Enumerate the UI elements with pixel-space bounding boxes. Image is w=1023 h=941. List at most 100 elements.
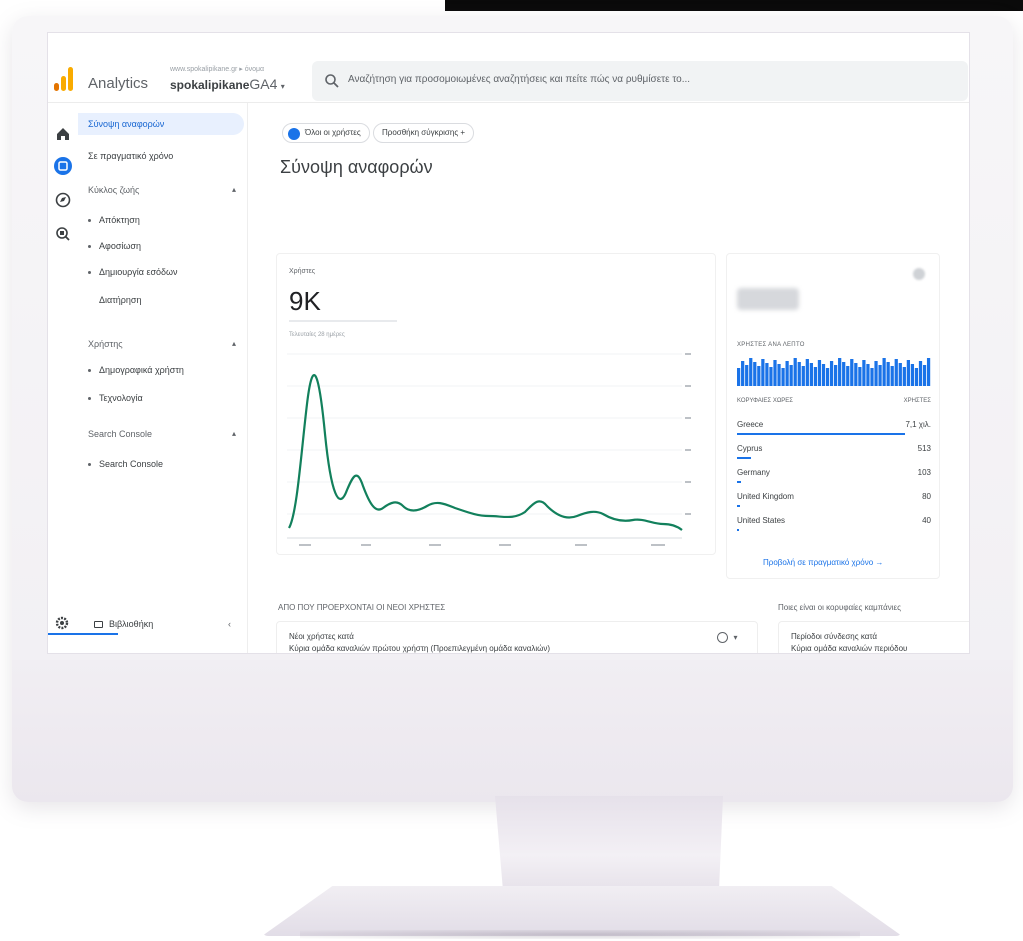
filter-circle-icon [717,632,728,644]
bullet-icon [88,245,91,249]
row-bar [737,457,751,459]
table-row[interactable]: United Kingdom 80 [737,490,931,512]
sidebar-section-search-console[interactable]: Search Console [88,429,152,439]
add-comparison-button[interactable]: Προσθήκη σύγκρισης + [373,123,475,143]
minute-bar [813,367,818,386]
sidebar-section-user[interactable]: Χρήστης [88,339,123,349]
minute-bar [850,359,854,386]
minute-bar [882,358,886,386]
view-realtime-link[interactable]: Προβολή σε πραγματικό χρόνο → [763,558,883,567]
reports-sidebar: Σύνοψη αναφορών Σε πραγματικό χρόνο Κύκλ… [78,103,248,653]
sidebar-item-acquisition[interactable]: Απόκτηση [88,215,140,225]
sidebar-item-demographics[interactable]: Δημογραφικά χρήστη [88,365,184,375]
advertising-icon[interactable] [54,225,72,243]
row-bar [737,529,739,531]
explore-icon[interactable] [54,191,72,209]
table-row[interactable]: Germany 103 [737,466,931,488]
bullet-icon [88,271,91,275]
minute-bar [765,363,769,386]
minute-bar [914,368,919,386]
property-name: spokalipikane [170,78,250,92]
active-indicator [48,633,118,635]
minute-bar [894,359,898,386]
monitor-chin [12,660,1013,802]
minute-bar [846,366,850,386]
collapse-sidebar-icon[interactable]: ‹ [228,619,231,629]
home-icon[interactable] [54,125,72,143]
minute-bar [825,368,830,386]
minute-bar [922,365,927,386]
table-row[interactable]: Cyprus 513 [737,442,931,464]
card-line-2: Κύρια ομάδα καναλιών περιόδου [791,644,908,653]
folder-icon [94,621,103,629]
minute-bar [741,361,745,386]
minute-bar [785,361,789,386]
realtime-card[interactable]: ΧΡΗΣΤΕΣ ΑΝΑ ΛΕΠΤΟ ΚΟΡΥΦΑΙΕΣ ΧΩΡΕΣ ΧΡΗΣΤΕ… [726,253,940,579]
minute-bar [886,362,890,386]
minute-bar [781,368,785,386]
search-icon [325,74,339,88]
table-row[interactable]: United States 40 [737,514,931,536]
top-black-bar [445,0,1023,11]
sidebar-item-monetization[interactable]: Δημιουργία εσόδων [88,267,178,277]
users-series-line [288,374,683,531]
minute-bar [866,364,870,386]
minute-bar [829,361,834,386]
minute-bar [817,360,822,386]
minute-bar [926,358,931,386]
chevron-up-icon[interactable]: ▴ [232,339,236,348]
bullet-icon [88,219,91,223]
analytics-screen: Analytics www.spokalipikane.gr ▸ όνομα s… [47,32,970,654]
property-selector[interactable]: spokalipikaneGA4 ▾ [170,76,285,92]
card-line-1: Νέοι χρήστες κατά [289,632,354,641]
minute-bar [753,362,757,386]
help-icon[interactable] [913,268,925,280]
minute-bar [769,367,773,386]
settings-gear-icon[interactable] [54,615,70,631]
sidebar-item-reports-snapshot[interactable]: Σύνοψη αναφορών [78,113,244,135]
stand-shadow [300,930,860,939]
minute-bar [910,364,915,386]
new-users-card[interactable]: Νέοι χρήστες κατά Κύρια ομάδα καναλιών π… [276,621,758,653]
minute-bar [834,365,838,386]
sidebar-item-engagement[interactable]: Αφοσίωση [88,241,141,251]
minute-bar [842,362,846,386]
minute-bar [902,367,906,386]
bullet-icon [88,463,91,467]
analytics-logo-icon [54,67,76,91]
col-users: ΧΡΗΣΤΕΣ [903,398,931,404]
page-title: Σύνοψη αναφορών [280,157,433,177]
bullet-icon [88,397,91,401]
compare-filter-button[interactable]: ▾ [717,632,751,650]
minute-bar [801,366,805,386]
sidebar-item-realtime[interactable]: Σε πραγματικό χρόνο [88,151,173,161]
realtime-value-blurred [737,288,799,310]
sidebar-item-tech[interactable]: Τεχνολογία [88,393,143,403]
minute-bar [805,359,809,386]
users-card[interactable]: Χρήστες 9K Τελευταίες 28 ημέρες [276,253,716,555]
sidebar-item-retention[interactable]: Διατήρηση [99,295,141,305]
card-line-2: Κύρια ομάδα καναλιών πρώτου χρήστη (Προε… [289,644,551,653]
sidebar-section-lifecycle[interactable]: Κύκλος ζωής [88,185,139,195]
sidebar-item-library[interactable]: Βιβλιοθήκη [94,619,153,629]
minute-bar [854,363,858,386]
sidebar-item-search-console[interactable]: Search Console [88,459,163,469]
table-row[interactable]: Greece 7,1 χιλ. [737,418,931,440]
comparison-chip-all-users[interactable]: Όλοι οι χρήστες [282,123,370,143]
top-bar: Analytics www.spokalipikane.gr ▸ όνομα s… [48,33,969,103]
chevron-down-icon: ▾ [280,82,285,91]
reports-icon[interactable] [54,157,72,175]
x-tick-marks [299,544,665,546]
minute-bar [789,365,793,386]
sessions-card[interactable]: Περίοδοι σύνδεσης κατά Κύρια ομάδα καναλ… [778,621,969,653]
chevron-up-icon[interactable]: ▴ [232,185,236,194]
y-tick-marks [685,353,691,515]
account-breadcrumb[interactable]: www.spokalipikane.gr ▸ όνομα [170,65,264,73]
nav-rail [48,103,78,653]
realtime-table-header: ΚΟΡΥΦΑΙΕΣ ΧΩΡΕΣ ΧΡΗΣΤΕΣ [737,398,931,404]
chevron-up-icon[interactable]: ▴ [232,429,236,438]
minute-bar [898,363,902,386]
main-content: Όλοι οι χρήστες Προσθήκη σύγκρισης + Σύν… [258,103,969,653]
search-bar[interactable]: Αναζήτηση για προσομοιωμένες αναζητήσεις… [312,61,968,101]
search-input[interactable]: Αναζήτηση για προσομοιωμένες αναζητήσεις… [348,74,690,85]
